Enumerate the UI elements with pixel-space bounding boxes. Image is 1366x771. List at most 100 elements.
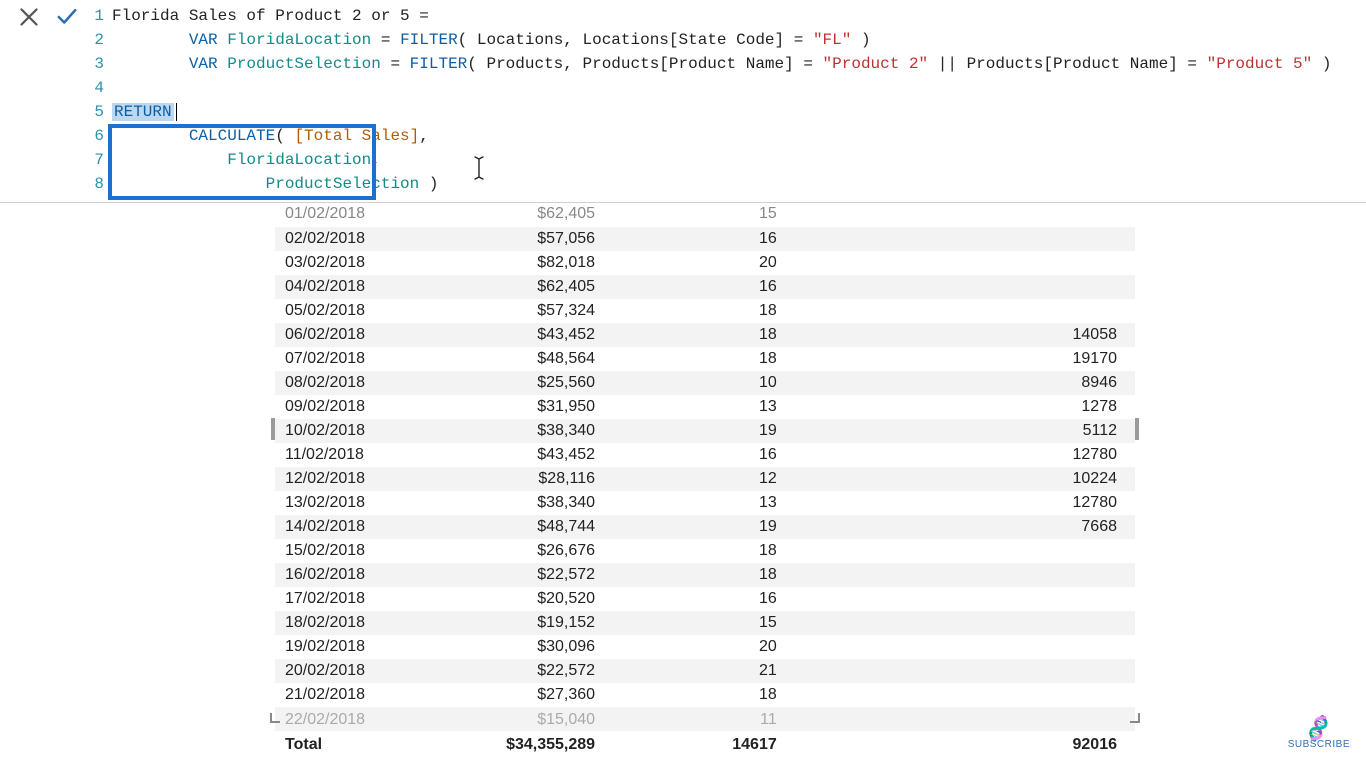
table-row[interactable]: 08/02/2018$25,560108946	[275, 371, 1135, 395]
cell-date: 13/02/2018	[275, 491, 439, 515]
data-table[interactable]: 01/02/2018$62,4051502/02/2018$57,0561603…	[275, 203, 1135, 759]
cell-qty: 19	[605, 419, 787, 443]
cell-qty: 20	[605, 251, 787, 275]
cell-date: 16/02/2018	[275, 563, 439, 587]
table-visual[interactable]: 01/02/2018$62,4051502/02/2018$57,0561603…	[275, 203, 1135, 759]
cell-qty: 19	[605, 515, 787, 539]
line-number: 7	[88, 151, 112, 169]
table-row[interactable]: 16/02/2018$22,57218	[275, 563, 1135, 587]
cell-qty: 13	[605, 491, 787, 515]
dax-editor[interactable]: 1 Florida Sales of Product 2 or 5 = 2 VA…	[88, 0, 1366, 202]
cell-sales: $38,340	[439, 491, 606, 515]
cell-date: 09/02/2018	[275, 395, 439, 419]
table-row[interactable]: 21/02/2018$27,36018	[275, 683, 1135, 707]
cell-qty: 18	[605, 563, 787, 587]
table-total-row[interactable]: Total$34,355,2891461792016	[275, 731, 1135, 759]
cell-date: 02/02/2018	[275, 227, 439, 251]
table-row[interactable]: 20/02/2018$22,57221	[275, 659, 1135, 683]
cell-val	[787, 683, 1135, 707]
cell-date: 21/02/2018	[275, 683, 439, 707]
cell-date: 10/02/2018	[275, 419, 439, 443]
cell-date: 17/02/2018	[275, 587, 439, 611]
table-row[interactable]: 13/02/2018$38,3401312780	[275, 491, 1135, 515]
line-number: 2	[88, 31, 112, 49]
cell-qty: 18	[605, 299, 787, 323]
visual-corner-br[interactable]	[1130, 713, 1140, 723]
table-row[interactable]: 15/02/2018$26,67618	[275, 539, 1135, 563]
cell-qty: 13	[605, 395, 787, 419]
cell-sales: $38,340	[439, 419, 606, 443]
cell-sales: $28,116	[439, 467, 606, 491]
cell-qty: 11	[605, 707, 787, 731]
subscribe-badge[interactable]: 🧬 SUBSCRIBE	[1288, 716, 1350, 750]
table-row[interactable]: 07/02/2018$48,5641819170	[275, 347, 1135, 371]
cell-date: 03/02/2018	[275, 251, 439, 275]
cancel-formula-button[interactable]	[18, 6, 40, 28]
cell-sales: $25,560	[439, 371, 606, 395]
cell-sales: $19,152	[439, 611, 606, 635]
cell-date: 07/02/2018	[275, 347, 439, 371]
cell-date: 14/02/2018	[275, 515, 439, 539]
cell-sales: $22,572	[439, 659, 606, 683]
table-row[interactable]: 06/02/2018$43,4521814058	[275, 323, 1135, 347]
cell-qty: 10	[605, 371, 787, 395]
cell-total-val: 92016	[787, 731, 1135, 759]
table-row[interactable]: 17/02/2018$20,52016	[275, 587, 1135, 611]
cell-val	[787, 299, 1135, 323]
cell-sales: $62,405	[439, 203, 606, 227]
visual-corner-bl[interactable]	[270, 713, 280, 723]
line-number: 6	[88, 127, 112, 145]
table-row[interactable]: 14/02/2018$48,744197668	[275, 515, 1135, 539]
cell-val: 12780	[787, 491, 1135, 515]
cell-total-qty: 14617	[605, 731, 787, 759]
cell-qty: 18	[605, 323, 787, 347]
cell-qty: 15	[605, 611, 787, 635]
formula-bar: 1 Florida Sales of Product 2 or 5 = 2 VA…	[0, 0, 1366, 203]
table-row[interactable]: 09/02/2018$31,950131278	[275, 395, 1135, 419]
visual-resize-handle-left[interactable]	[271, 418, 275, 440]
cell-sales: $48,564	[439, 347, 606, 371]
cell-sales: $57,324	[439, 299, 606, 323]
cell-val	[787, 587, 1135, 611]
cell-sales: $27,360	[439, 683, 606, 707]
code-line[interactable]: 3 VAR ProductSelection = FILTER( Product…	[88, 52, 1366, 76]
cell-sales: $48,744	[439, 515, 606, 539]
cell-val: 12780	[787, 443, 1135, 467]
cell-sales: $43,452	[439, 323, 606, 347]
line-number: 4	[88, 79, 112, 97]
table-row[interactable]: 12/02/2018$28,1161210224	[275, 467, 1135, 491]
cell-qty: 20	[605, 635, 787, 659]
commit-formula-button[interactable]	[56, 6, 78, 28]
cell-val	[787, 227, 1135, 251]
cell-date: 15/02/2018	[275, 539, 439, 563]
line-number: 1	[88, 7, 112, 25]
table-row[interactable]: 19/02/2018$30,09620	[275, 635, 1135, 659]
table-row[interactable]: 05/02/2018$57,32418	[275, 299, 1135, 323]
table-row[interactable]: 18/02/2018$19,15215	[275, 611, 1135, 635]
cell-sales: $62,405	[439, 275, 606, 299]
line-number: 8	[88, 175, 112, 193]
cell-total-label: Total	[275, 731, 439, 759]
cell-qty: 21	[605, 659, 787, 683]
report-canvas[interactable]: 01/02/2018$62,4051502/02/2018$57,0561603…	[0, 203, 1366, 771]
table-row[interactable]: 02/02/2018$57,05616	[275, 227, 1135, 251]
cell-date: 08/02/2018	[275, 371, 439, 395]
cell-sales: $31,950	[439, 395, 606, 419]
cell-qty: 18	[605, 539, 787, 563]
cell-val	[787, 539, 1135, 563]
cell-date: 18/02/2018	[275, 611, 439, 635]
table-row[interactable]: 03/02/2018$82,01820	[275, 251, 1135, 275]
cell-date: 19/02/2018	[275, 635, 439, 659]
cell-sales: $22,572	[439, 563, 606, 587]
cell-qty: 18	[605, 683, 787, 707]
table-row[interactable]: 10/02/2018$38,340195112	[275, 419, 1135, 443]
cell-qty: 12	[605, 467, 787, 491]
table-row[interactable]: 11/02/2018$43,4521612780	[275, 443, 1135, 467]
table-row[interactable]: 22/02/2018$15,04011	[275, 707, 1135, 731]
cell-sales: $26,676	[439, 539, 606, 563]
visual-resize-handle-right[interactable]	[1135, 418, 1139, 440]
code-line[interactable]: 8 ProductSelection )	[88, 172, 1366, 196]
cell-qty: 16	[605, 227, 787, 251]
cell-date: 12/02/2018	[275, 467, 439, 491]
table-row[interactable]: 04/02/2018$62,40516	[275, 275, 1135, 299]
